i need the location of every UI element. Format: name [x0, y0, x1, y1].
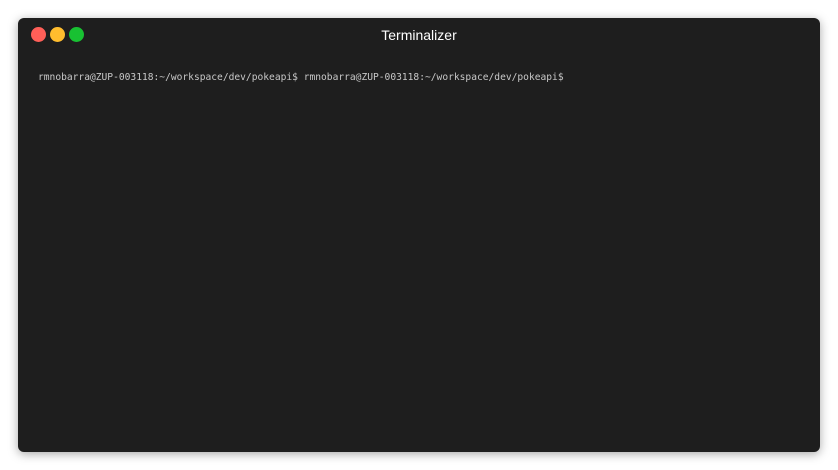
- window-title: Terminalizer: [381, 27, 457, 43]
- terminal-output[interactable]: rmnobarra@ZUP-003118:~/workspace/dev/pok…: [38, 71, 810, 85]
- title-bar: Terminalizer: [18, 18, 820, 52]
- terminal-window: Terminalizer rmnobarra@ZUP-003118:~/work…: [18, 18, 820, 452]
